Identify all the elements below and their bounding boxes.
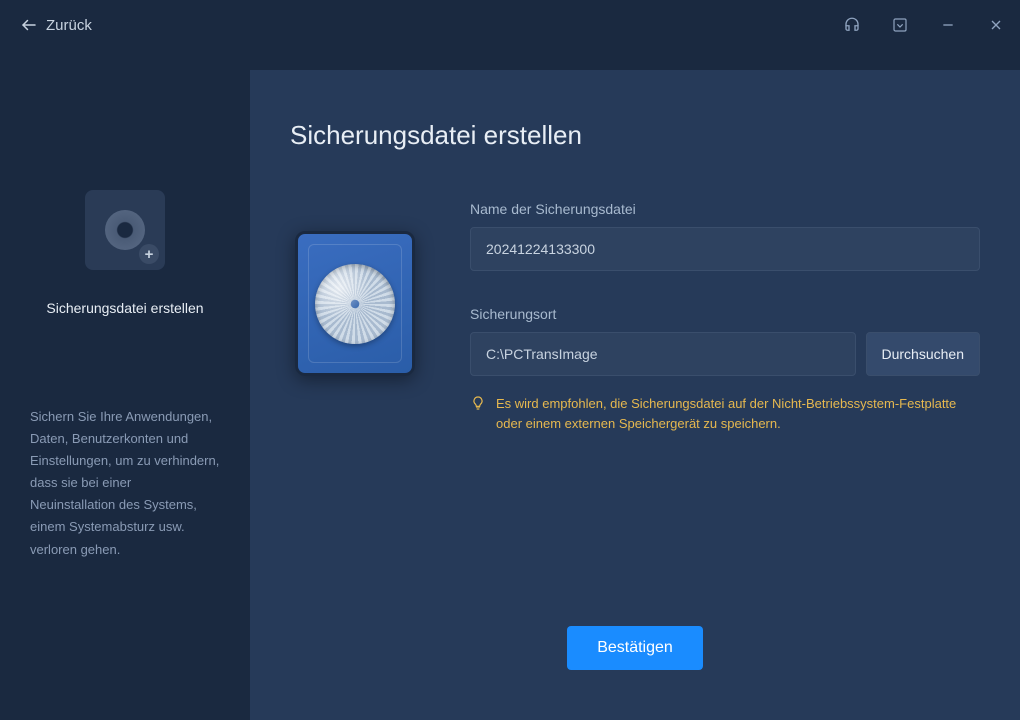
backup-location-group: Sicherungsort Durchsuchen Es wird empfoh… bbox=[470, 306, 980, 433]
sidebar-top: + Sicherungsdatei erstellen bbox=[30, 190, 220, 316]
browse-button[interactable]: Durchsuchen bbox=[866, 332, 981, 376]
backup-path-row: Durchsuchen bbox=[470, 332, 980, 376]
backup-location-label: Sicherungsort bbox=[470, 306, 980, 322]
disc-icon bbox=[315, 264, 395, 344]
create-backup-icon: + bbox=[85, 190, 165, 270]
main-panel: Sicherungsdatei erstellen Name der Siche… bbox=[250, 70, 1020, 720]
support-icon[interactable] bbox=[838, 11, 866, 39]
dropdown-menu-icon[interactable] bbox=[886, 11, 914, 39]
title-bar: Zurück bbox=[0, 0, 1020, 50]
back-label: Zurück bbox=[46, 17, 92, 34]
visual-column bbox=[290, 201, 420, 468]
location-hint-text: Es wird empfohlen, die Sicherungsdatei a… bbox=[496, 394, 980, 433]
back-button[interactable]: Zurück bbox=[20, 16, 92, 34]
sidebar: + Sicherungsdatei erstellen Sichern Sie … bbox=[0, 50, 250, 720]
fields-column: Name der Sicherungsdatei Sicherungsort D… bbox=[470, 201, 980, 468]
sidebar-description: Sichern Sie Ihre Anwendungen, Daten, Ben… bbox=[30, 406, 220, 561]
back-arrow-icon bbox=[20, 16, 38, 34]
plus-badge-icon: + bbox=[139, 244, 159, 264]
backup-name-input[interactable] bbox=[470, 227, 980, 271]
confirm-row: Bestätigen bbox=[290, 626, 980, 690]
app-window: Zurück + Sicherungsdatei er bbox=[0, 0, 1020, 720]
window-controls bbox=[838, 11, 1010, 39]
disc-icon bbox=[105, 210, 145, 250]
backup-name-label: Name der Sicherungsdatei bbox=[470, 201, 980, 217]
sidebar-title: Sicherungsdatei erstellen bbox=[30, 300, 220, 316]
lightbulb-icon bbox=[470, 395, 486, 433]
close-icon[interactable] bbox=[982, 11, 1010, 39]
backup-disc-illustration bbox=[295, 231, 415, 376]
location-hint: Es wird empfohlen, die Sicherungsdatei a… bbox=[470, 394, 980, 433]
backup-path-input[interactable] bbox=[470, 332, 856, 376]
body: + Sicherungsdatei erstellen Sichern Sie … bbox=[0, 50, 1020, 720]
confirm-button[interactable]: Bestätigen bbox=[567, 626, 703, 670]
page-title: Sicherungsdatei erstellen bbox=[290, 120, 980, 151]
minimize-icon[interactable] bbox=[934, 11, 962, 39]
backup-name-group: Name der Sicherungsdatei bbox=[470, 201, 980, 271]
form-area: Name der Sicherungsdatei Sicherungsort D… bbox=[290, 201, 980, 468]
